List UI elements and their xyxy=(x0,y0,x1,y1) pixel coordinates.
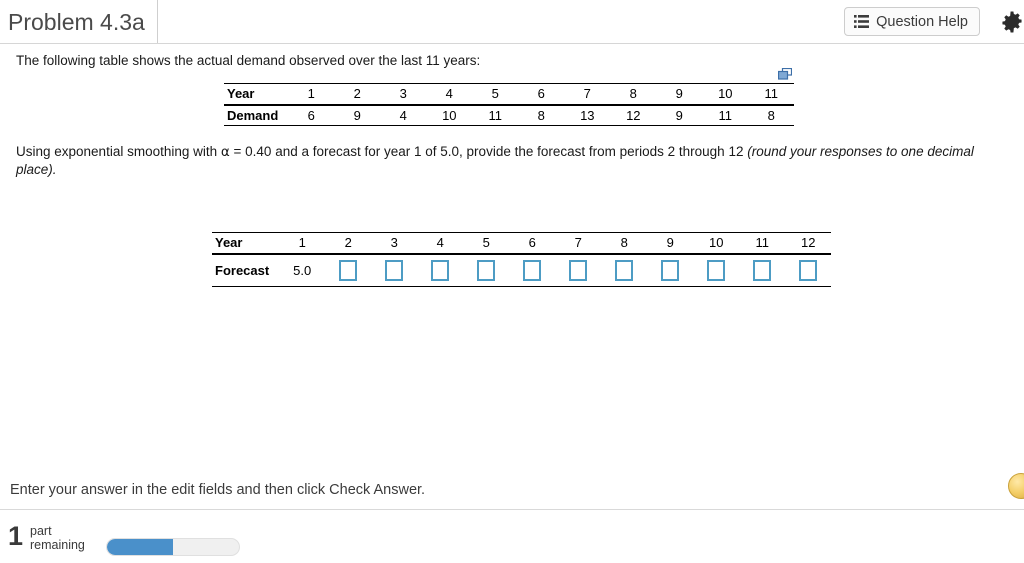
demand-year-cell: 2 xyxy=(334,83,381,106)
demand-value-cell: 11 xyxy=(702,104,749,126)
forecast-input-cell-11 xyxy=(739,253,786,287)
forecast-input-year-10[interactable] xyxy=(707,259,726,281)
parts-remaining-count: 1 xyxy=(8,521,24,551)
page-header: Problem 4.3a Question Help xyxy=(0,0,1024,44)
forecast-year-cell: 10 xyxy=(693,232,740,255)
demand-year-cell: 1 xyxy=(288,83,335,106)
copy-to-clipboard-icon[interactable] xyxy=(778,67,793,80)
demand-value-cell: 11 xyxy=(472,104,519,126)
progress-bar-fill xyxy=(107,539,173,555)
forecast-year-cell: 1 xyxy=(279,232,326,255)
question-instruction-text: Using exponential smoothing with α = 0.4… xyxy=(16,143,996,179)
demand-value-cell: 9 xyxy=(656,104,703,126)
forecast-year-cell: 9 xyxy=(647,232,694,255)
instruction-part-b: = 0.40 and a forecast for year 1 of 5.0,… xyxy=(229,144,748,159)
forecast-year-cell: 8 xyxy=(601,232,648,255)
demand-row-label: Demand xyxy=(224,104,289,126)
demand-year-cell: 10 xyxy=(702,83,749,106)
forecast-year-row-label: Year xyxy=(212,232,280,255)
forecast-year-cell: 12 xyxy=(785,232,832,255)
demand-year-cell: 6 xyxy=(518,83,565,106)
forecast-year-cell: 2 xyxy=(325,232,372,255)
progress-bar xyxy=(106,538,240,556)
forecast-input-cell-5 xyxy=(463,253,510,287)
demand-data-table: Year 1 2 3 4 5 6 7 8 9 10 11 Demand 6 9 xyxy=(224,67,795,126)
forecast-year-cell: 4 xyxy=(417,232,464,255)
forecast-input-year-3[interactable] xyxy=(385,259,404,281)
forecast-input-cell-4 xyxy=(417,253,464,287)
demand-value-cell: 6 xyxy=(288,104,335,126)
demand-year-cell: 9 xyxy=(656,83,703,106)
demand-value-cell: 4 xyxy=(380,104,427,126)
forecast-input-year-6[interactable] xyxy=(523,259,542,281)
forecast-input-year-5[interactable] xyxy=(477,259,496,281)
instruction-part-a: Using exponential smoothing with xyxy=(16,144,221,159)
demand-value-cell: 8 xyxy=(518,104,565,126)
demand-table-grid: Year 1 2 3 4 5 6 7 8 9 10 11 Demand 6 9 xyxy=(224,83,795,126)
forecast-input-cell-10 xyxy=(693,253,740,287)
forecast-input-cell-3 xyxy=(371,253,418,287)
demand-year-cell: 11 xyxy=(748,83,795,106)
question-help-button[interactable]: Question Help xyxy=(844,7,980,36)
parts-remaining-label: part remaining xyxy=(30,524,85,552)
forecast-input-year-8[interactable] xyxy=(615,259,634,281)
demand-value-cell: 13 xyxy=(564,104,611,126)
forecast-year-cell: 3 xyxy=(371,232,418,255)
table-row: Demand 6 9 4 10 11 8 13 12 9 11 8 xyxy=(224,104,795,126)
demand-year-cell: 7 xyxy=(564,83,611,106)
forecast-input-year-7[interactable] xyxy=(569,259,588,281)
forecast-answer-table: Year 1 2 3 4 5 6 7 8 9 10 11 12 Forecast… xyxy=(212,232,832,287)
forecast-input-year-11[interactable] xyxy=(753,259,772,281)
forecast-year-cell: 11 xyxy=(739,232,786,255)
status-instruction-bar: Enter your answer in the edit fields and… xyxy=(0,476,1024,510)
table-row: Forecast 5.0 xyxy=(212,253,832,287)
status-instruction-text: Enter your answer in the edit fields and… xyxy=(10,482,426,498)
forecast-year-cell: 7 xyxy=(555,232,602,255)
demand-year-cell: 4 xyxy=(426,83,473,106)
question-body: The following table shows the actual dem… xyxy=(0,44,1024,476)
alpha-symbol: α xyxy=(220,144,230,160)
forecast-input-cell-6 xyxy=(509,253,556,287)
forecast-input-year-4[interactable] xyxy=(431,259,450,281)
forecast-input-cell-8 xyxy=(601,253,648,287)
forecast-input-year-2[interactable] xyxy=(339,259,358,281)
forecast-input-year-12[interactable] xyxy=(799,259,818,281)
demand-year-cell: 5 xyxy=(472,83,519,106)
page-title-container: Problem 4.3a xyxy=(8,0,158,43)
page-footer: 1 partremaining Clear All Check Answer xyxy=(0,511,1024,563)
demand-year-cell: 3 xyxy=(380,83,427,106)
demand-value-cell: 8 xyxy=(748,104,795,126)
forecast-table-grid: Year 1 2 3 4 5 6 7 8 9 10 11 12 Forecast… xyxy=(212,232,832,287)
demand-value-cell: 12 xyxy=(610,104,657,126)
forecast-year-cell: 6 xyxy=(509,232,556,255)
forecast-input-cell-9 xyxy=(647,253,694,287)
demand-value-cell: 10 xyxy=(426,104,473,126)
parts-label-line2: remaining xyxy=(30,538,85,552)
parts-label-line1: part xyxy=(30,524,52,538)
gear-icon[interactable] xyxy=(1000,10,1024,34)
forecast-fixed-value-cell: 5.0 xyxy=(279,253,326,287)
forecast-input-cell-12 xyxy=(785,253,832,287)
forecast-input-cell-2 xyxy=(325,253,372,287)
page-title: Problem 4.3a xyxy=(8,8,145,35)
forecast-input-cell-7 xyxy=(555,253,602,287)
problem-page: Problem 4.3a Question Help The following… xyxy=(0,0,1024,563)
demand-year-row-label: Year xyxy=(224,83,289,106)
forecast-row-label: Forecast xyxy=(212,253,280,287)
question-intro-text: The following table shows the actual dem… xyxy=(16,53,481,68)
forecast-input-year-9[interactable] xyxy=(661,259,680,281)
list-icon xyxy=(854,15,870,28)
question-help-label: Question Help xyxy=(876,13,968,30)
forecast-year1-value: 5.0 xyxy=(293,262,312,278)
demand-value-cell: 9 xyxy=(334,104,381,126)
table-row: Year 1 2 3 4 5 6 7 8 9 10 11 12 xyxy=(212,232,832,255)
table-row: Year 1 2 3 4 5 6 7 8 9 10 11 xyxy=(224,83,795,106)
demand-year-cell: 8 xyxy=(610,83,657,106)
forecast-year-cell: 5 xyxy=(463,232,510,255)
